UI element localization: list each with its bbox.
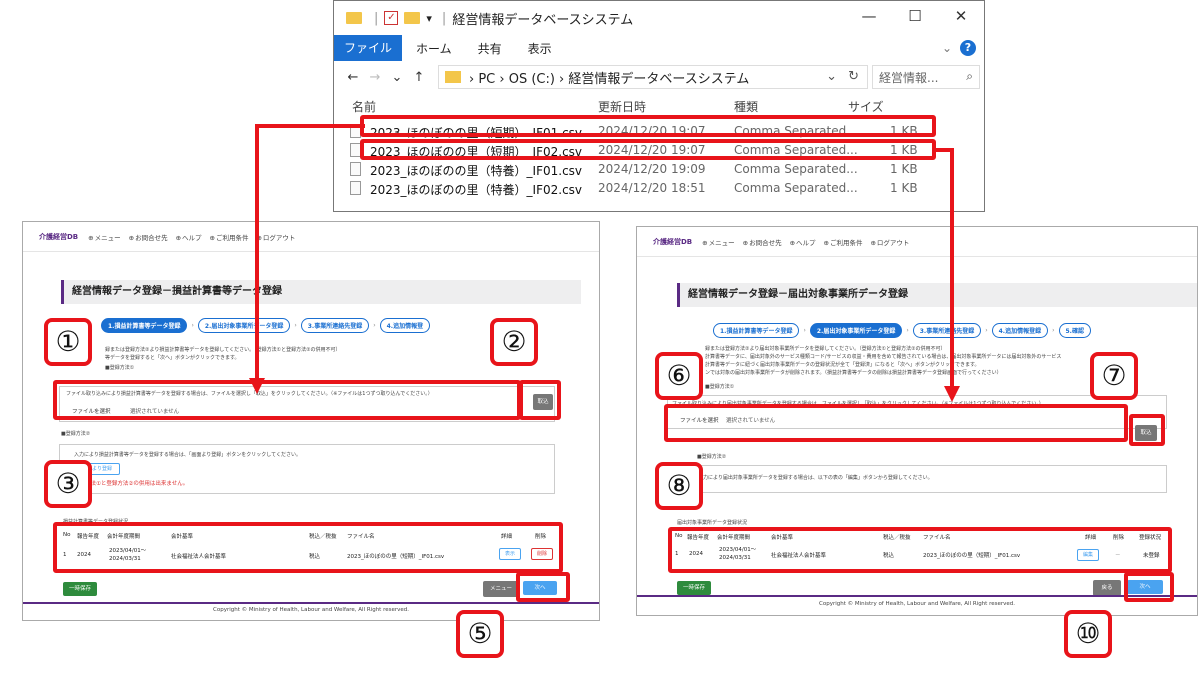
highlight-import-right [1129,414,1165,446]
annotation-1: ① [44,318,92,366]
annotation-2: ② [490,318,538,366]
arrow-file1-to-left [255,124,365,380]
highlight-table-left [53,522,563,573]
arrowhead-right [944,386,960,402]
highlight-next-right [1124,572,1174,602]
highlight-file-select-right [664,404,1128,442]
annotation-8: ⑧ [655,462,703,510]
highlight-file1 [360,115,936,137]
annotation-arrows [249,124,960,402]
arrow-file2-to-right [934,148,954,388]
annotation-5: ⑤ [456,610,504,658]
highlight-file2 [360,139,936,160]
highlight-table-right [668,527,1172,573]
annotation-10: ⑩ [1064,610,1112,658]
highlight-next-left [516,572,570,602]
highlight-file-select-left [53,380,521,420]
highlight-import-left [519,380,561,420]
annotation-3: ③ [44,460,92,508]
annotation-7: ⑦ [1090,352,1138,400]
annotation-6: ⑥ [655,352,703,400]
